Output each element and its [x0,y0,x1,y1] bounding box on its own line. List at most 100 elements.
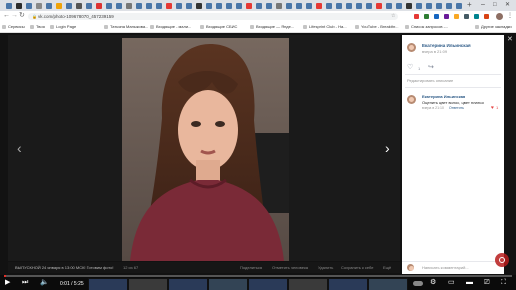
photo[interactable] [122,38,289,261]
tab-favicon[interactable] [346,3,352,9]
extension-icon[interactable] [454,14,459,19]
bookmark-item[interactable]: Входящие - мали... [150,24,191,30]
tab-favicon[interactable] [366,3,372,9]
tab-favicon[interactable] [6,3,12,9]
author-avatar[interactable] [407,43,416,52]
autoplay-toggle[interactable] [413,281,423,286]
extension-icon[interactable] [424,14,429,19]
tab-favicon[interactable] [256,3,262,9]
bookmark-item[interactable]: YouTube - Breakthr... [355,24,399,30]
save-action[interactable]: Сохранить к себе [341,265,374,270]
taskbar-preview[interactable] [328,278,368,290]
extension-icon[interactable] [434,14,439,19]
extension-icon[interactable] [474,14,479,19]
tab-favicon[interactable] [236,3,242,9]
more-action[interactable]: Ещё [383,265,391,270]
tab-favicon[interactable] [376,3,382,9]
tab-favicon[interactable] [436,3,442,9]
tab-favicon[interactable] [326,3,332,9]
tab-favicon[interactable] [316,3,322,9]
window-minimize-icon[interactable]: – [481,1,485,9]
like-heart-icon[interactable]: ♡ [407,64,413,72]
taskbar-preview[interactable] [128,278,168,290]
tab-favicon[interactable] [76,3,82,9]
bookmark-item[interactable]: Другие закладки [475,24,512,30]
tab-favicon[interactable] [226,3,232,9]
tab-favicon[interactable] [116,3,122,9]
window-maximize-icon[interactable]: □ [493,1,497,9]
back-icon[interactable]: ← [3,12,10,20]
taskbar-preview[interactable] [88,278,128,290]
tab-favicon[interactable] [56,3,62,9]
bookmark-item[interactable]: Lifesprint Club - На... [303,24,347,30]
cast-icon[interactable]: ⎚ [484,279,490,287]
extension-icon[interactable] [444,14,449,19]
window-close-icon[interactable]: ✕ [505,1,510,9]
tab-favicon[interactable] [126,3,132,9]
tab-favicon[interactable] [356,3,362,9]
tab-favicon[interactable] [156,3,162,9]
tab-favicon[interactable] [246,3,252,9]
tab-favicon[interactable] [136,3,142,9]
comment-like-heart-icon[interactable]: ♥ [491,105,494,111]
tab-favicon[interactable] [286,3,292,9]
bookmark-item[interactable]: Татьяна Маныкова... [104,24,148,30]
share-action[interactable]: Поделиться [240,265,262,270]
tab-favicon[interactable] [96,3,102,9]
prev-photo-arrow[interactable]: ‹ [17,141,22,155]
tab-favicon[interactable] [106,3,112,9]
tab-favicon[interactable] [176,3,182,9]
forward-icon[interactable]: → [11,12,18,20]
bookmark-item[interactable]: Входящие СБИС [200,24,237,30]
tab-favicon[interactable] [166,3,172,9]
tab-favicon[interactable] [266,3,272,9]
comment-input[interactable]: Написать комментарий... [422,265,469,270]
tab-favicon[interactable] [336,3,342,9]
tab-favicon[interactable] [426,3,432,9]
tab-favicon[interactable] [16,3,22,9]
bookmark-item[interactable]: Login Page [50,24,76,30]
bookmark-item[interactable]: Сервисы [2,24,25,30]
tab-favicon[interactable] [456,3,462,9]
extension-icon[interactable] [484,14,489,19]
tab-favicon[interactable] [206,3,212,9]
tab-favicon[interactable] [146,3,152,9]
delete-action[interactable]: Удалить [318,265,333,270]
volume-icon[interactable]: 🔈 [40,279,49,287]
next-video-icon[interactable]: ⏭ [22,279,28,287]
extension-icon[interactable] [464,14,469,19]
taskbar-preview[interactable] [248,278,288,290]
taskbar-preview[interactable] [208,278,248,290]
tab-favicon[interactable] [386,3,392,9]
tab-favicon[interactable] [26,3,32,9]
tab-favicon[interactable] [196,3,202,9]
close-viewer-icon[interactable]: ✕ [507,36,513,44]
bookmark-star-icon[interactable]: ☆ [391,13,395,20]
profile-avatar[interactable] [496,13,503,20]
url-text[interactable]: vk.com/photo-109678070_457239159 [38,13,114,20]
tab-favicon[interactable] [46,3,52,9]
commenter-avatar[interactable] [407,95,416,104]
reload-icon[interactable]: ↻ [19,12,25,20]
comment-author[interactable]: Екатерина Ильинская [422,94,465,99]
next-photo-arrow[interactable]: › [385,141,390,155]
tab-favicon[interactable] [306,3,312,9]
miniplayer-icon[interactable]: ▭ [448,279,455,287]
tab-favicon[interactable] [186,3,192,9]
tab-favicon[interactable] [66,3,72,9]
share-icon[interactable]: ↪ [428,64,434,72]
tab-favicon[interactable] [216,3,222,9]
tag-person-action[interactable]: Отметить человека [272,265,308,270]
edit-description-link[interactable]: Редактировать описание [407,78,453,83]
tab-favicon[interactable] [416,3,422,9]
new-tab-icon[interactable]: + [467,1,472,9]
video-progress-track[interactable] [4,275,512,277]
tab-favicon[interactable] [36,3,42,9]
tab-favicon[interactable] [446,3,452,9]
settings-gear-icon[interactable]: ⚙ [430,279,436,287]
theater-mode-icon[interactable]: ▬ [466,279,473,287]
bookmark-item[interactable]: Список запросов -... [405,24,448,30]
tab-favicon[interactable] [406,3,412,9]
tab-favicon[interactable] [296,3,302,9]
extension-icon[interactable] [414,14,419,19]
